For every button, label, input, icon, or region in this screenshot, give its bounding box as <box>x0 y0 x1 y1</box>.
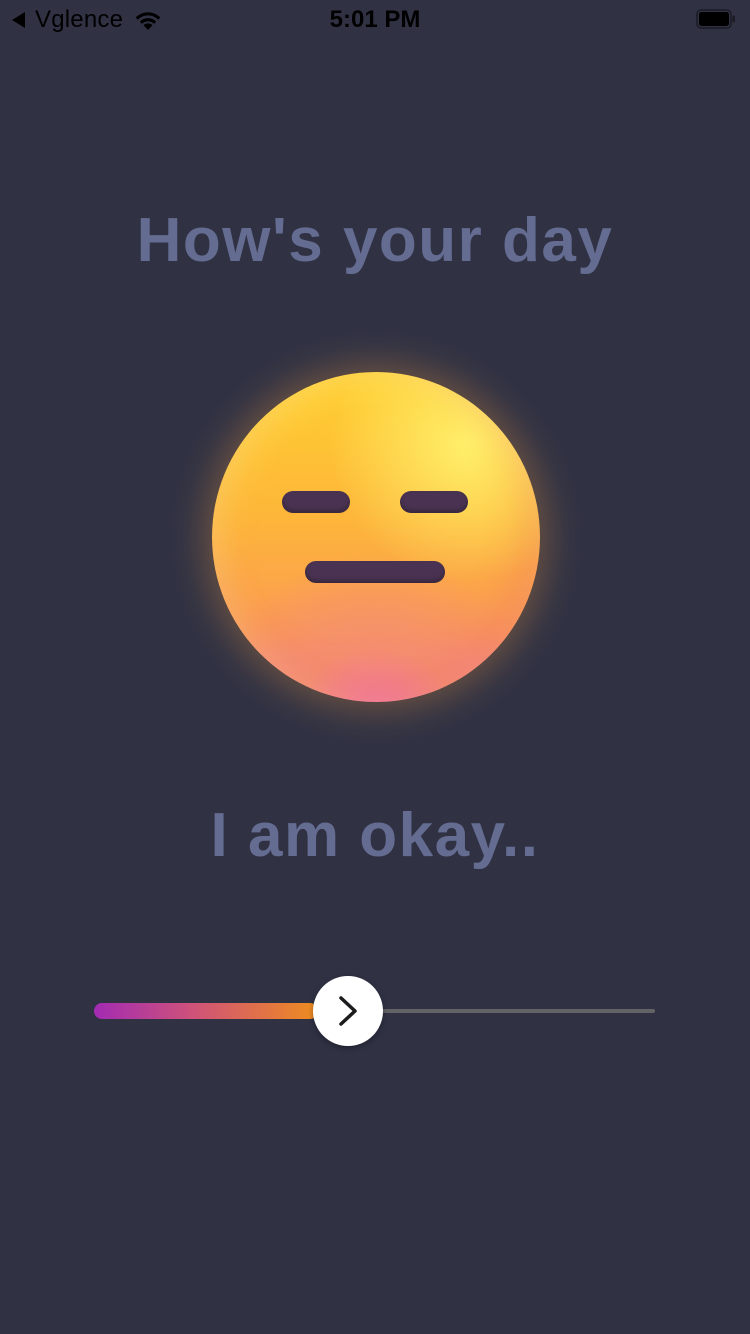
emoji-right-eye <box>400 491 468 513</box>
emoji-mouth <box>305 561 445 583</box>
page-title: How's your day <box>136 206 614 275</box>
expressionless-face-emoji <box>212 372 540 702</box>
battery-icon <box>696 9 735 29</box>
slider-thumb[interactable] <box>313 976 383 1046</box>
slider-fill <box>94 1003 318 1019</box>
emoji-left-eye <box>282 491 350 513</box>
mood-label: I am okay.. <box>210 801 540 870</box>
status-time: 5:01 PM <box>329 6 421 33</box>
status-bar: Vglence 5:01 PM <box>0 0 750 40</box>
chevron-right-icon <box>339 996 357 1026</box>
